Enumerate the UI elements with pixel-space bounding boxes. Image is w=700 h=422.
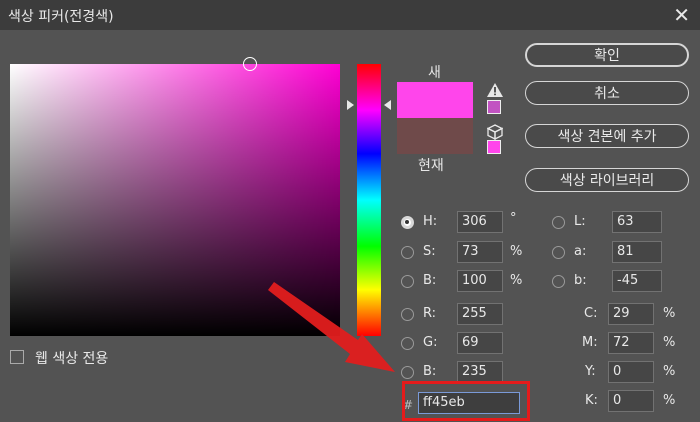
web-safe-cube-icon[interactable]	[487, 124, 503, 140]
b-channel-label: b:	[574, 273, 587, 288]
lightness-label: L:	[574, 214, 586, 229]
web-colors-only-checkbox[interactable]	[10, 350, 24, 364]
saturation-radio[interactable]	[401, 246, 414, 259]
brightness-radio[interactable]	[401, 275, 414, 288]
gamut-corrected-swatch[interactable]	[487, 100, 501, 114]
cyan-label: C:	[584, 306, 598, 321]
yellow-unit: %	[663, 364, 676, 379]
lightness-input[interactable]: 63	[612, 211, 662, 233]
blue-input[interactable]: 235	[457, 361, 503, 383]
hue-input[interactable]: 306	[457, 211, 503, 233]
out-of-gamut-warning-icon[interactable]	[487, 83, 503, 97]
hue-radio[interactable]	[401, 216, 414, 229]
black-unit: %	[663, 393, 676, 408]
magenta-unit: %	[663, 335, 676, 350]
b-channel-radio[interactable]	[552, 275, 565, 288]
green-input[interactable]: 69	[457, 332, 503, 354]
saturation-label: S:	[423, 244, 436, 259]
cancel-button[interactable]: 취소	[525, 81, 689, 105]
brightness-label: B:	[423, 273, 437, 288]
blue-label: B:	[423, 364, 437, 379]
red-label: R:	[423, 306, 437, 321]
green-label: G:	[423, 335, 438, 350]
brightness-input[interactable]: 100	[457, 270, 503, 292]
saturation-unit: %	[510, 244, 523, 259]
saturation-input[interactable]: 73	[457, 241, 503, 263]
magenta-input[interactable]: 72	[608, 332, 654, 354]
ok-button[interactable]: 확인	[525, 43, 689, 67]
hue-slider[interactable]	[357, 64, 381, 336]
new-color-swatch	[397, 82, 473, 118]
lightness-radio[interactable]	[552, 216, 565, 229]
window-title: 색상 피커(전경색)	[8, 9, 114, 25]
cyan-unit: %	[663, 306, 676, 321]
brightness-unit: %	[510, 273, 523, 288]
color-field-cursor[interactable]	[243, 57, 257, 71]
red-input[interactable]: 255	[457, 303, 503, 325]
yellow-label: Y:	[585, 364, 596, 379]
add-to-swatches-button[interactable]: 색상 견본에 추가	[525, 124, 689, 148]
color-libraries-button[interactable]: 색상 라이브러리	[525, 168, 689, 192]
a-channel-input[interactable]: 81	[612, 241, 662, 263]
title-bar: 색상 피커(전경색) ✕	[0, 0, 700, 30]
degree-unit: °	[510, 211, 517, 226]
black-input[interactable]: 0	[608, 390, 654, 412]
close-icon[interactable]: ✕	[673, 3, 690, 27]
a-channel-radio[interactable]	[552, 246, 565, 259]
red-radio[interactable]	[401, 308, 414, 321]
current-color-swatch[interactable]	[397, 118, 473, 154]
green-radio[interactable]	[401, 337, 414, 350]
cyan-input[interactable]: 29	[608, 303, 654, 325]
web-colors-only-label: 웹 색상 전용	[35, 351, 109, 367]
current-color-label: 현재	[418, 158, 444, 174]
blue-radio[interactable]	[401, 366, 414, 379]
a-channel-label: a:	[574, 244, 587, 259]
hue-label: H:	[423, 214, 438, 229]
web-safe-swatch[interactable]	[487, 140, 501, 154]
yellow-input[interactable]: 0	[608, 361, 654, 383]
hue-slider-handle-left[interactable]	[347, 100, 354, 110]
new-color-label: 새	[428, 65, 441, 81]
hue-slider-handle-right[interactable]	[384, 100, 391, 110]
b-channel-input[interactable]: -45	[612, 270, 662, 292]
magenta-label: M:	[582, 335, 598, 350]
black-label: K:	[585, 393, 598, 408]
hex-highlight-box	[402, 381, 530, 421]
color-field[interactable]	[10, 64, 340, 336]
